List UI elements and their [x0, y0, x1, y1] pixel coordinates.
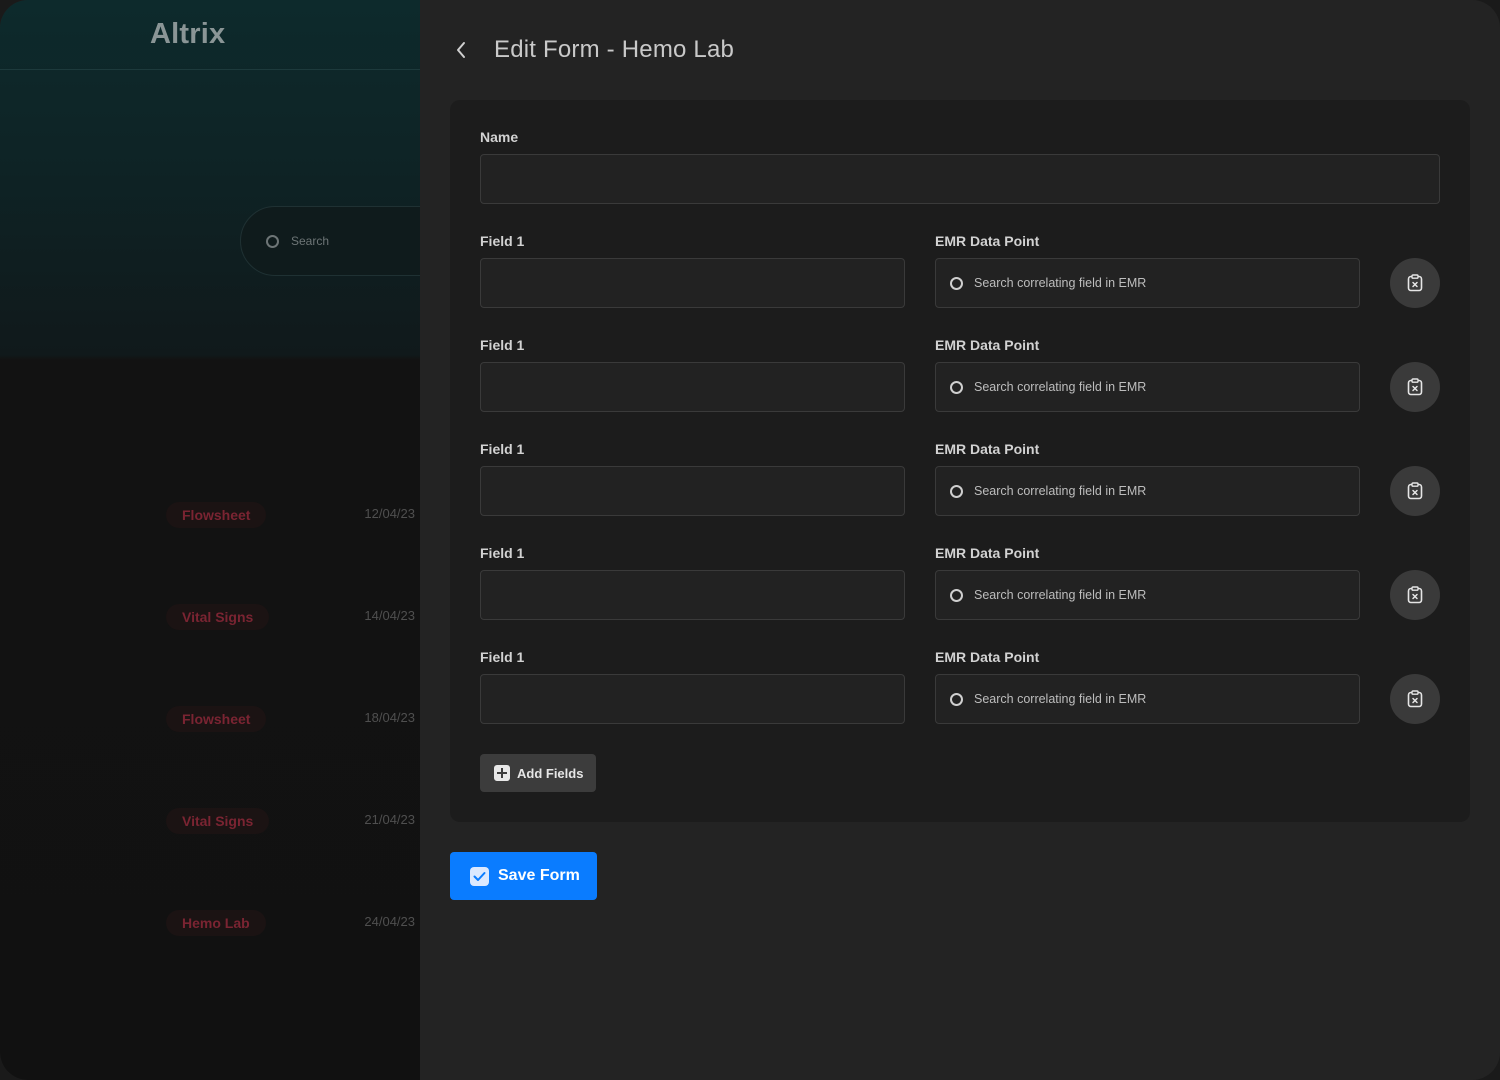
edit-form-panel: Edit Form - Hemo Lab Name Field 1 EMR Da…: [420, 0, 1500, 1080]
form-date: 24/04/23: [364, 914, 415, 929]
emr-search-placeholder: Search correlating field in EMR: [974, 380, 1147, 394]
emr-search-input[interactable]: Search correlating field in EMR: [935, 674, 1360, 724]
search-icon: [950, 381, 963, 394]
clipboard-x-icon: [1407, 586, 1423, 604]
app-logo: Altrix: [150, 18, 226, 50]
emr-search-input[interactable]: Search correlating field in EMR: [935, 466, 1360, 516]
name-input[interactable]: [480, 154, 1440, 204]
field-input[interactable]: [480, 674, 905, 724]
plus-square-icon: [494, 765, 510, 781]
form-type-tag: Flowsheet: [166, 502, 267, 528]
emr-search-placeholder: Search correlating field in EMR: [974, 692, 1147, 706]
field-label: Field 1: [480, 233, 525, 249]
field-input[interactable]: [480, 466, 905, 516]
delete-field-button[interactable]: [1390, 258, 1440, 308]
field-label: Field 1: [480, 337, 525, 353]
search-icon: [950, 485, 963, 498]
save-form-label: Save Form: [498, 867, 580, 884]
form-date: 14/04/23: [364, 608, 415, 623]
field-label: Field 1: [480, 545, 525, 561]
page-title: Edit Form - Hemo Lab: [494, 36, 735, 63]
emr-search-placeholder: Search correlating field in EMR: [974, 484, 1147, 498]
add-fields-button[interactable]: Add Fields: [480, 754, 596, 792]
search-icon: [950, 277, 963, 290]
field-input[interactable]: [480, 570, 905, 620]
field-input[interactable]: [480, 362, 905, 412]
delete-field-button[interactable]: [1390, 466, 1440, 516]
back-button[interactable]: [450, 36, 472, 64]
delete-field-button[interactable]: [1390, 674, 1440, 724]
search-icon: [950, 589, 963, 602]
background-app: Altrix Search Flowsheet 12/04/23 Vital S…: [0, 0, 420, 1080]
check-square-icon: [470, 866, 489, 886]
field-label: Field 1: [480, 649, 525, 665]
form-date: 12/04/23: [364, 506, 415, 521]
emr-label: EMR Data Point: [935, 649, 1040, 665]
emr-search-placeholder: Search correlating field in EMR: [974, 588, 1147, 602]
form-type-tag: Flowsheet: [166, 706, 267, 732]
add-fields-label: Add Fields: [517, 765, 584, 781]
form-type-tag: Vital Signs: [166, 808, 270, 834]
delete-field-button[interactable]: [1390, 570, 1440, 620]
background-search-placeholder: Search: [291, 234, 330, 248]
search-icon: [266, 235, 279, 248]
chevron-left-icon: [457, 42, 465, 58]
list-item: Vital Signs 21/04/23: [0, 808, 420, 838]
background-search: Search: [240, 206, 420, 276]
emr-search-input[interactable]: Search correlating field in EMR: [935, 362, 1360, 412]
clipboard-x-icon: [1407, 274, 1423, 292]
list-item: Flowsheet 18/04/23: [0, 706, 420, 736]
name-label: Name: [480, 129, 519, 145]
emr-label: EMR Data Point: [935, 545, 1040, 561]
emr-label: EMR Data Point: [935, 441, 1040, 457]
emr-search-input[interactable]: Search correlating field in EMR: [935, 258, 1360, 308]
emr-label: EMR Data Point: [935, 233, 1040, 249]
app-window: Altrix Search Flowsheet 12/04/23 Vital S…: [0, 0, 1500, 1080]
form-date: 21/04/23: [364, 812, 415, 827]
form-card: Name Field 1 EMR Data Point Search corre…: [450, 100, 1470, 822]
save-form-button[interactable]: Save Form: [450, 852, 597, 900]
search-icon: [950, 693, 963, 706]
emr-search-input[interactable]: Search correlating field in EMR: [935, 570, 1360, 620]
clipboard-x-icon: [1407, 690, 1423, 708]
background-header: Altrix: [0, 0, 420, 70]
form-type-tag: Vital Signs: [166, 604, 270, 630]
field-input[interactable]: [480, 258, 905, 308]
field-label: Field 1: [480, 441, 525, 457]
list-item: Vital Signs 14/04/23: [0, 604, 420, 634]
form-type-tag: Hemo Lab: [166, 910, 266, 936]
clipboard-x-icon: [1407, 378, 1423, 396]
emr-label: EMR Data Point: [935, 337, 1040, 353]
list-item: Hemo Lab 24/04/23: [0, 910, 420, 940]
form-date: 18/04/23: [364, 710, 415, 725]
list-item: Flowsheet 12/04/23: [0, 502, 420, 532]
emr-search-placeholder: Search correlating field in EMR: [974, 276, 1147, 290]
clipboard-x-icon: [1407, 482, 1423, 500]
delete-field-button[interactable]: [1390, 362, 1440, 412]
